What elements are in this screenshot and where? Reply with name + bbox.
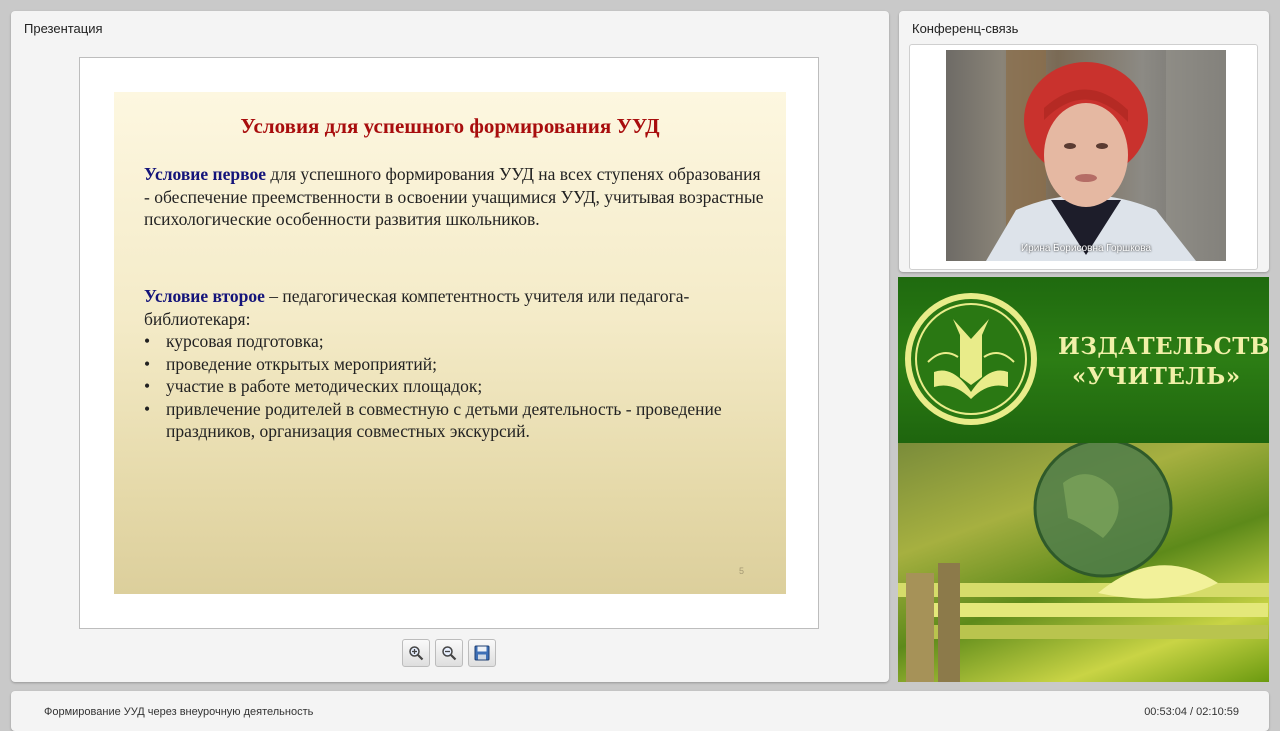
conference-panel-title: Конференц-связь (912, 21, 1019, 36)
condition-second: Условие второе – педагогическая компетен… (144, 285, 764, 443)
publisher-banner-image (898, 438, 1269, 682)
publisher-logo-icon (905, 293, 1037, 425)
publisher-banner[interactable]: ИЗДАТЕЛЬСТВО «УЧИТЕЛЬ» (898, 277, 1269, 682)
zoom-in-button[interactable] (402, 639, 430, 667)
condition-first-label: Условие первое (144, 164, 266, 184)
slide-number: 5 (738, 566, 744, 576)
publisher-name-line2: «УЧИТЕЛЬ» (1072, 363, 1241, 390)
list-item: участие в работе методических площадок; (144, 375, 764, 398)
condition-second-list: курсовая подготовка; проведение открытых… (144, 330, 764, 443)
slide-frame: Условия для успешного формирования УУД У… (79, 57, 819, 629)
list-item: привлечение родителей в совместную с дет… (144, 398, 764, 443)
save-button[interactable] (468, 639, 496, 667)
speaker-name: Ирина Борисовна Горшкова (1020, 243, 1152, 254)
books-globe-illustration (898, 438, 1269, 682)
playback-time: 00:53:04 / 02:10:59 (1144, 706, 1239, 718)
speaker-portrait (986, 50, 1226, 261)
presentation-panel: Презентация Условия для успешного формир… (11, 11, 889, 682)
slide-title: Условия для успешного формирования УУД (240, 114, 660, 138)
list-item: проведение открытых мероприятий; (144, 353, 764, 376)
lecture-title: Формирование УУД через внеурочную деятел… (44, 706, 314, 718)
publisher-name-line1: ИЗДАТЕЛЬСТВО (1058, 333, 1269, 360)
video-frame: Ирина Борисовна Горшкова (909, 44, 1258, 270)
floppy-disk-icon (474, 645, 490, 661)
speaker-video: Ирина Борисовна Горшкова (946, 50, 1226, 261)
zoom-out-button[interactable] (435, 639, 463, 667)
slide: Условия для успешного формирования УУД У… (114, 92, 786, 594)
list-item: курсовая подготовка; (144, 330, 764, 353)
publisher-banner-header: ИЗДАТЕЛЬСТВО «УЧИТЕЛЬ» (898, 277, 1269, 443)
conference-panel: Конференц-связь Ирина Борисовна Горшкова (899, 11, 1269, 272)
condition-second-label: Условие второе (144, 286, 265, 306)
zoom-out-icon (442, 646, 457, 661)
zoom-in-icon (409, 646, 424, 661)
condition-first: Условие первое для успешного формировани… (144, 163, 764, 231)
presentation-panel-title: Презентация (24, 21, 103, 36)
player-info-bar: Формирование УУД через внеурочную деятел… (11, 691, 1269, 731)
